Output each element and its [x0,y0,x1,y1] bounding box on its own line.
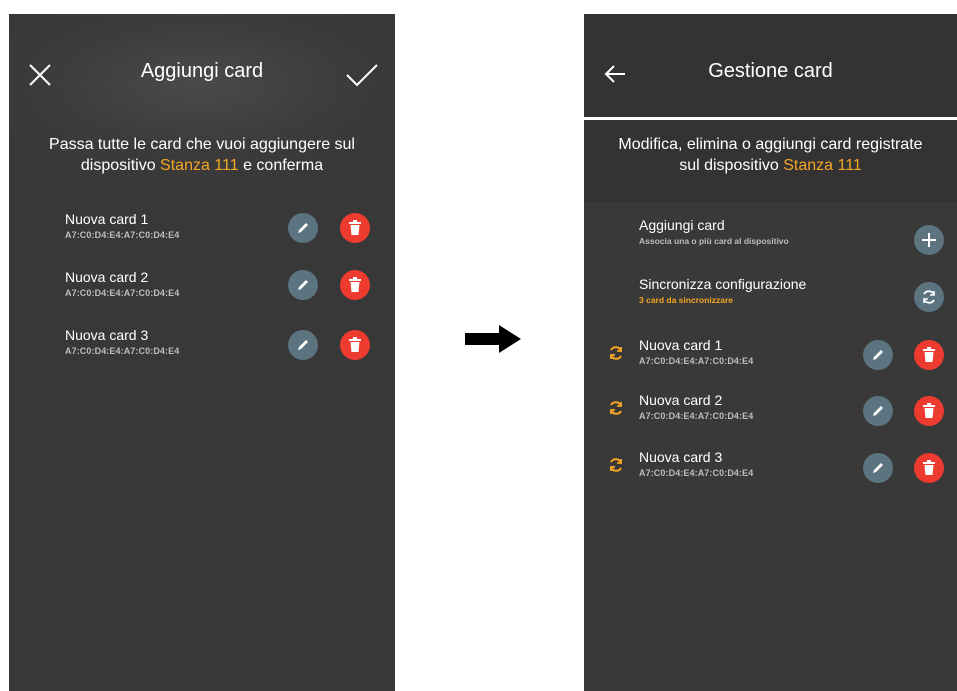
back-arrow-icon[interactable] [602,62,628,86]
delete-button[interactable] [914,453,944,483]
edit-button[interactable] [288,213,318,243]
delete-button[interactable] [914,340,944,370]
add-card-screen: Aggiungi card Passa tutte le card che vu… [9,14,395,691]
card-id: A7:C0:D4:E4:A7:C0:D4:E4 [639,356,754,366]
edit-button[interactable] [288,330,318,360]
edit-button[interactable] [863,453,893,483]
edit-button[interactable] [863,396,893,426]
manage-cards-screen: Gestione card Modifica, elimina o aggiun… [584,14,957,691]
instructions-text: dispositivo [80,157,161,174]
card-id: A7:C0:D4:E4:A7:C0:D4:E4 [65,288,180,298]
trash-icon [349,337,361,352]
instructions-line-2: dispositivo Stanza 111 e conferma [19,155,385,176]
page-title: Aggiungi card [140,60,264,82]
card-name: Nuova card 3 [65,327,149,343]
sync-button[interactable] [914,282,944,312]
instructions-text: e conferma [238,157,324,174]
card-id: A7:C0:D4:E4:A7:C0:D4:E4 [639,468,754,478]
list-item: Nuova card 2 A7:C0:D4:E4:A7:C0:D4:E4 [65,269,375,309]
card-name: Nuova card 1 [639,337,723,353]
edit-button[interactable] [863,340,893,370]
add-button[interactable] [914,225,944,255]
instructions-text: sul dispositivo [679,157,784,174]
add-card-label: Aggiungi card [639,217,725,233]
delete-button[interactable] [340,330,370,360]
trash-icon [923,460,935,475]
pencil-icon [298,340,308,350]
pencil-icon [873,463,883,473]
instructions-line-1: Passa tutte le card che vuoi aggiungere … [49,136,355,153]
pencil-icon [298,280,308,290]
list-item: Nuova card 2 A7:C0:D4:E4:A7:C0:D4:E4 [608,392,953,432]
pending-sync-icon [608,457,624,473]
check-icon[interactable] [345,62,379,88]
pencil-icon [873,406,883,416]
card-name: Nuova card 2 [639,392,723,408]
right-arrow-icon [465,325,521,353]
card-id: A7:C0:D4:E4:A7:C0:D4:E4 [639,411,754,421]
delete-button[interactable] [914,396,944,426]
list-item: Nuova card 1 A7:C0:D4:E4:A7:C0:D4:E4 [65,211,375,251]
pencil-icon [298,223,308,233]
sync-label: Sincronizza configurazione [639,276,807,292]
add-card-item[interactable]: Aggiungi card Associa una o più card al … [639,217,949,257]
top-bar [584,14,957,117]
list-item: Nuova card 3 A7:C0:D4:E4:A7:C0:D4:E4 [65,327,375,367]
instructions-line-2: sul dispositivo Stanza 111 [590,155,951,176]
trash-icon [349,277,361,292]
trash-icon [923,403,935,418]
instructions-line-1: Modifica, elimina o aggiungi card regist… [618,136,923,153]
card-name: Nuova card 2 [65,269,149,285]
top-bar: Aggiungi card [9,14,395,118]
sync-item[interactable]: Sincronizza configurazione 3 card da sin… [639,276,949,316]
edit-button[interactable] [288,270,318,300]
pending-sync-icon [608,345,624,361]
device-name: Stanza 111 [783,157,862,174]
card-id: A7:C0:D4:E4:A7:C0:D4:E4 [65,230,180,240]
plus-icon [922,233,936,247]
trash-icon [349,220,361,235]
instructions: Modifica, elimina o aggiungi card regist… [590,134,951,176]
pencil-icon [873,350,883,360]
sync-icon [923,290,935,304]
pending-sync-icon [608,400,624,416]
sync-subtitle: 3 card da sincronizzare [639,295,734,305]
delete-button[interactable] [340,213,370,243]
card-id: A7:C0:D4:E4:A7:C0:D4:E4 [65,346,180,356]
add-card-subtitle: Associa una o più card al dispositivo [639,236,789,246]
card-name: Nuova card 3 [639,449,723,465]
instructions: Passa tutte le card che vuoi aggiungere … [19,134,385,176]
card-name: Nuova card 1 [65,211,149,227]
trash-icon [923,347,935,362]
list-item: Nuova card 1 A7:C0:D4:E4:A7:C0:D4:E4 [608,337,953,377]
device-name: Stanza 111 [160,157,239,174]
delete-button[interactable] [340,270,370,300]
list-item: Nuova card 3 A7:C0:D4:E4:A7:C0:D4:E4 [608,449,953,489]
